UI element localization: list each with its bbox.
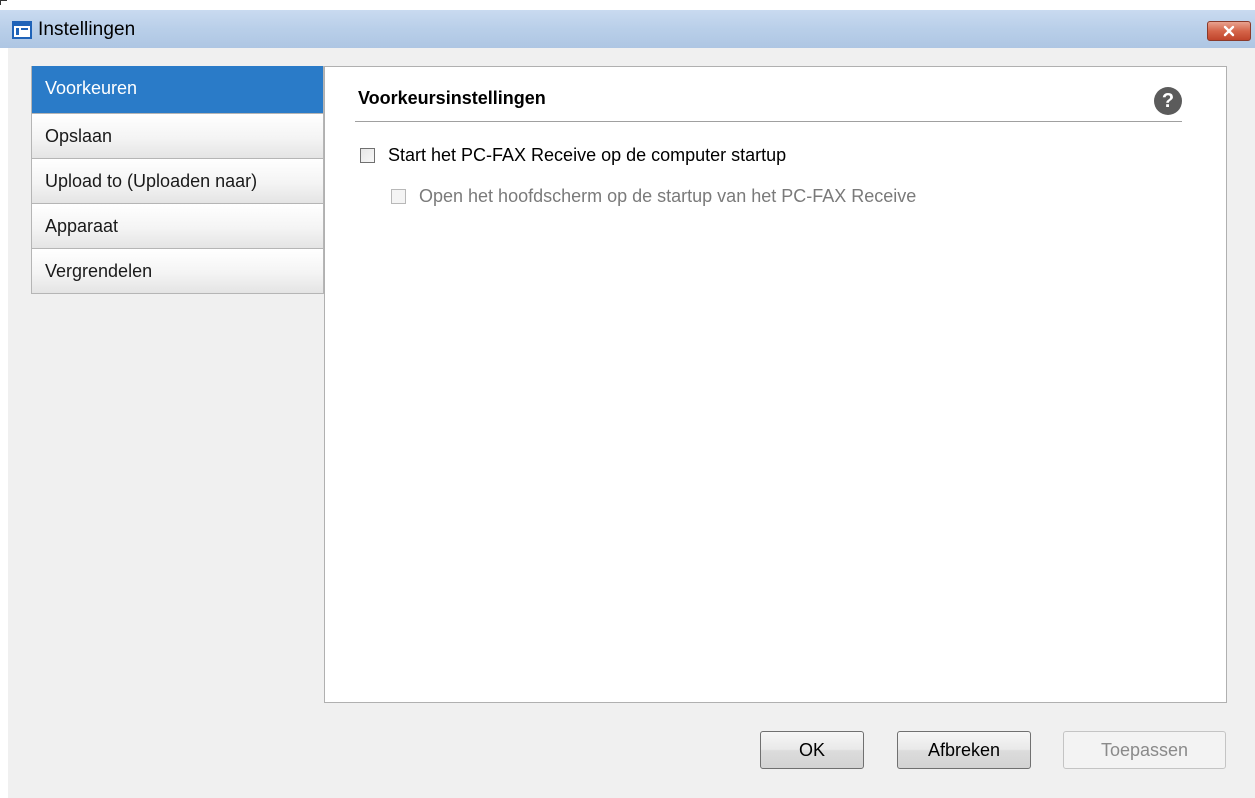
- sidebar-item-upload-to[interactable]: Upload to (Uploaden naar): [32, 158, 323, 203]
- open-main-screen-option: Open het hoofdscherm op de startup van h…: [391, 186, 916, 207]
- sidebar-item-apparaat[interactable]: Apparaat: [32, 203, 323, 248]
- open-main-screen-checkbox: [391, 189, 406, 204]
- window-title: Instellingen: [38, 19, 136, 40]
- sidebar-item-vergrendelen[interactable]: Vergrendelen: [32, 248, 323, 293]
- start-on-startup-label: Start het PC-FAX Receive op de computer …: [388, 145, 787, 165]
- close-button[interactable]: [1207, 21, 1251, 41]
- help-icon[interactable]: ?: [1154, 87, 1182, 115]
- start-on-startup-option[interactable]: Start het PC-FAX Receive op de computer …: [360, 145, 786, 166]
- start-on-startup-checkbox[interactable]: [360, 148, 375, 163]
- title-bar[interactable]: Instellingen: [0, 10, 1255, 48]
- panel-title: Voorkeursinstellingen: [358, 88, 546, 108]
- cancel-button[interactable]: Afbreken: [897, 731, 1031, 769]
- ok-button[interactable]: OK: [760, 731, 864, 769]
- apply-button: Toepassen: [1063, 731, 1226, 769]
- app-window-icon: [12, 21, 32, 39]
- settings-window: Instellingen Voorkeuren Opslaan Upload t…: [0, 0, 1255, 798]
- window-corner-mark: [0, 0, 7, 5]
- sidebar-item-voorkeuren[interactable]: Voorkeuren: [32, 66, 323, 113]
- close-icon: [1223, 25, 1235, 37]
- sidebar-item-opslaan[interactable]: Opslaan: [32, 113, 323, 158]
- section-divider: [355, 121, 1182, 122]
- open-main-screen-label: Open het hoofdscherm op de startup van h…: [419, 186, 917, 206]
- settings-sidebar: Voorkeuren Opslaan Upload to (Uploaden n…: [31, 66, 324, 294]
- settings-panel: Voorkeursinstellingen ? Start het PC-FAX…: [324, 66, 1227, 703]
